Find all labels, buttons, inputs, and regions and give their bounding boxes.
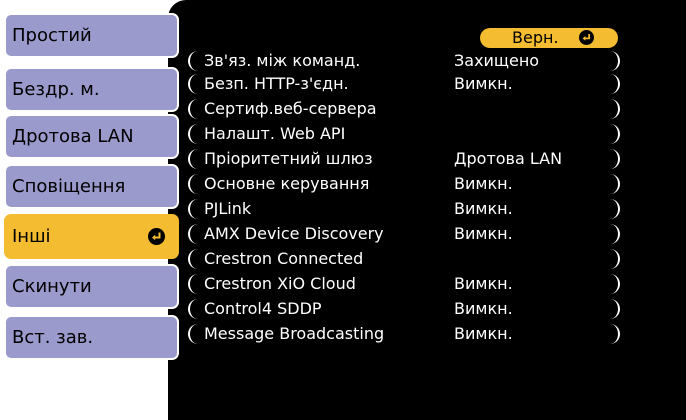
setting-row-amx-device-discovery[interactable]: AMX Device Discovery Вимкн. bbox=[188, 224, 620, 244]
sidebar-item-others[interactable]: Інші bbox=[4, 214, 179, 259]
enter-icon bbox=[579, 30, 594, 45]
setting-value: Вимкн. bbox=[454, 299, 513, 318]
setting-row-message-broadcasting[interactable]: Message Broadcasting Вимкн. bbox=[188, 324, 620, 344]
setting-value: Захищено bbox=[454, 51, 540, 70]
sidebar-item-label: Вст. зав. bbox=[12, 327, 94, 348]
setting-row-control4-sddp[interactable]: Control4 SDDP Вимкн. bbox=[188, 299, 620, 319]
sidebar-item-label: Бездр. м. bbox=[12, 79, 100, 100]
setting-label: PJLink bbox=[204, 199, 252, 218]
setting-value: Вимкн. bbox=[454, 74, 513, 93]
return-button-label: Верн. bbox=[512, 28, 559, 47]
setting-value: Вимкн. bbox=[454, 324, 513, 343]
setting-label: Message Broadcasting bbox=[204, 324, 385, 343]
setting-value: Вимкн. bbox=[454, 174, 513, 193]
setting-row-web-server-certificate[interactable]: Сертиф.веб-сервера bbox=[188, 99, 620, 119]
setting-value: Вимкн. bbox=[454, 224, 513, 243]
sidebar-item-apply-settings[interactable]: Вст. зав. bbox=[4, 315, 179, 360]
setting-label: Зв'яз. між команд. bbox=[204, 51, 361, 70]
sidebar-item-wireless[interactable]: Бездр. м. bbox=[4, 67, 179, 112]
setting-label: Crestron XiO Cloud bbox=[204, 274, 356, 293]
setting-label: Control4 SDDP bbox=[204, 299, 322, 318]
setting-value: Вимкн. bbox=[454, 274, 513, 293]
setting-label: Сертиф.веб-сервера bbox=[204, 99, 377, 118]
setting-label: Пріоритетний шлюз bbox=[204, 149, 373, 168]
sidebar-item-wired-lan[interactable]: Дротова LAN bbox=[4, 114, 179, 159]
sidebar-item-label: Інші bbox=[12, 226, 51, 247]
sidebar-item-label: Сповіщення bbox=[12, 176, 126, 197]
setting-value: Вимкн. bbox=[454, 199, 513, 218]
setting-row-priority-gateway[interactable]: Пріоритетний шлюз Дротова LAN bbox=[188, 149, 620, 169]
setting-row-crestron-xio-cloud[interactable]: Crestron XiO Cloud Вимкн. bbox=[188, 274, 620, 294]
setting-label: Безп. HTTP-з'єдн. bbox=[204, 74, 349, 93]
sidebar-item-label: Дротова LAN bbox=[12, 126, 134, 147]
setting-row-pjlink[interactable]: PJLink Вимкн. bbox=[188, 199, 620, 219]
setting-label: Crestron Connected bbox=[204, 249, 364, 268]
sidebar-item-label: Простий bbox=[12, 25, 92, 46]
sidebar-item-basic[interactable]: Простий bbox=[4, 13, 179, 58]
sidebar-item-reset[interactable]: Скинути bbox=[4, 264, 179, 309]
setting-row-web-api-settings[interactable]: Налашт. Web API bbox=[188, 124, 620, 144]
return-button[interactable]: Верн. bbox=[480, 28, 618, 48]
setting-label: Налашт. Web API bbox=[204, 124, 346, 143]
sidebar-item-notifications[interactable]: Сповіщення bbox=[4, 164, 179, 209]
setting-row-command-communication[interactable]: Зв'яз. між команд. Захищено bbox=[188, 51, 620, 71]
setting-row-main-control[interactable]: Основне керування Вимкн. bbox=[188, 174, 620, 194]
setting-value: Дротова LAN bbox=[454, 149, 563, 168]
enter-icon bbox=[148, 228, 165, 245]
setting-label: AMX Device Discovery bbox=[204, 224, 384, 243]
setting-label: Основне керування bbox=[204, 174, 370, 193]
setting-row-crestron-connected[interactable]: Crestron Connected bbox=[188, 249, 620, 269]
setting-row-secure-http[interactable]: Безп. HTTP-з'єдн. Вимкн. bbox=[188, 74, 620, 94]
projector-menu-screen: Простий Бездр. м. Дротова LAN Сповіщення… bbox=[0, 0, 686, 420]
sidebar-item-label: Скинути bbox=[12, 276, 92, 297]
